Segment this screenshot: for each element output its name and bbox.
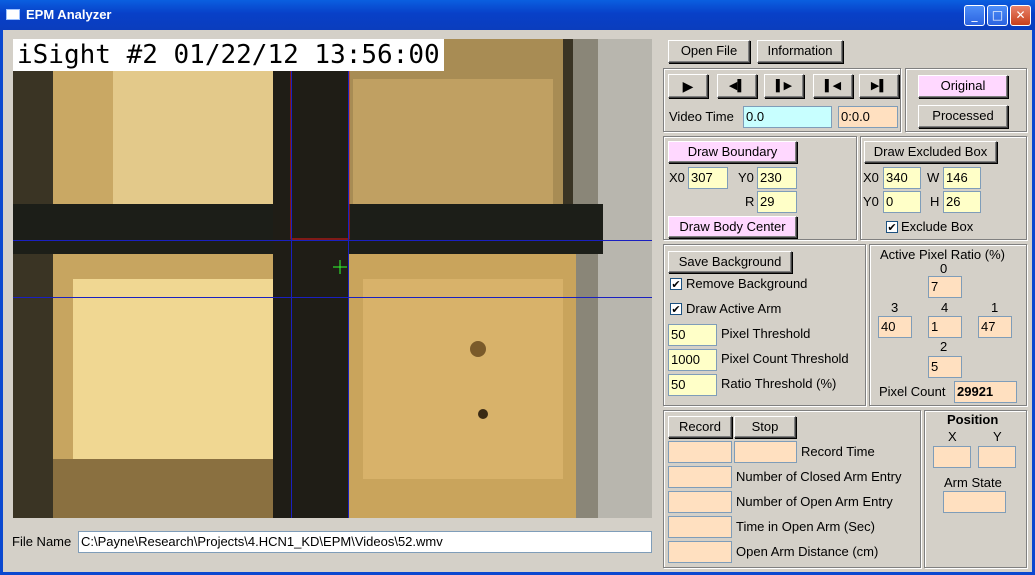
record-time-field-1 [668,441,732,463]
position-x-field [933,446,971,468]
arm-0-field: 7 [928,276,962,298]
video-display[interactable]: iSight #2 01/22/12 13:56:00 [13,39,652,518]
processed-button[interactable]: Processed [918,105,1008,128]
remove-background-label: Remove Background [686,276,808,291]
record-time-label: Record Time [801,444,875,459]
boundary-x0-label: X0 [669,170,685,185]
boundary-line-lower [13,297,652,298]
record-time-field-2 [734,441,797,463]
excluded-h-label: H [930,194,940,209]
maximize-icon[interactable]: □ [987,5,1008,26]
ratio-threshold-field[interactable]: 50 [668,374,717,396]
remove-background-checkbox[interactable]: ✔ [670,278,682,290]
arm-1-field: 47 [978,316,1012,338]
original-button[interactable]: Original [918,75,1008,98]
minimize-icon[interactable]: _ [964,5,985,26]
draw-boundary-button[interactable]: Draw Boundary [668,141,797,163]
pixel-threshold-label: Pixel Threshold [721,326,811,341]
arm-2-label: 2 [940,339,948,354]
boundary-line-upper [13,240,652,241]
information-button[interactable]: Information [757,40,843,63]
position-y-label: Y [993,429,1002,444]
video-time-field[interactable]: 0.0 [743,106,832,128]
excluded-w-label: W [927,170,940,185]
open-file-button[interactable]: Open File [668,40,750,63]
close-icon[interactable]: ✕ [1010,5,1031,26]
file-name-field[interactable]: C:\Payne\Research\Projects\4.HCN1_KD\EPM… [78,531,652,553]
boundary-r-field[interactable]: 29 [757,191,797,213]
boundary-x0-field[interactable]: 307 [688,167,728,189]
pixel-count-threshold-label: Pixel Count Threshold [721,351,849,366]
draw-active-arm-label: Draw Active Arm [686,301,782,316]
skip-start-icon[interactable]: ▌◀ [813,74,853,98]
open-arm-distance-label: Open Arm Distance (cm) [736,544,879,559]
app-window-icon [6,9,20,20]
exclude-box-checkbox[interactable]: ✔ [886,221,898,233]
video-time-label: Video Time [669,109,734,124]
pixel-count-threshold-field[interactable]: 1000 [668,349,717,371]
step-forward-icon[interactable]: ▌▶ [764,74,804,98]
pixel-count-field: 29921 [954,381,1017,403]
position-x-label: X [948,429,957,444]
skip-end-icon[interactable]: ▶▌ [859,74,899,98]
position-y-field [978,446,1016,468]
title-bar[interactable] [0,0,1035,30]
position-title: Position [947,412,999,427]
excluded-y0-label: Y0 [863,194,879,209]
video-timestamp-overlay: iSight #2 01/22/12 13:56:00 [13,39,444,71]
boundary-y0-field[interactable]: 230 [757,167,797,189]
boundary-line-right [348,39,349,518]
window-title: EPM Analyzer [26,7,112,22]
open-arm-entry-label: Number of Open Arm Entry [736,494,893,509]
excluded-x0-label: X0 [863,170,879,185]
pixel-threshold-field[interactable]: 50 [668,324,717,346]
arm-4-field: 1 [928,316,962,338]
arm-1-label: 1 [991,300,999,315]
pixel-count-label: Pixel Count [879,384,946,399]
time-open-arm-field [668,516,732,538]
record-button[interactable]: Record [668,416,732,438]
arm-4-label: 4 [941,300,949,315]
closed-arm-entry-field [668,466,732,488]
exclude-box-label: Exclude Box [901,219,974,234]
arm-2-field: 5 [928,356,962,378]
boundary-r-label: R [745,194,755,209]
excluded-x0-field[interactable]: 340 [883,167,921,189]
draw-active-arm-checkbox[interactable]: ✔ [670,303,682,315]
ratio-threshold-label: Ratio Threshold (%) [721,376,837,391]
arm-state-field [943,491,1006,513]
excluded-w-field[interactable]: 146 [943,167,981,189]
closed-arm-entry-label: Number of Closed Arm Entry [736,469,902,484]
boundary-line-left [291,39,292,518]
time-open-arm-label: Time in Open Arm (Sec) [736,519,875,534]
open-arm-entry-field [668,491,732,513]
excluded-y0-field[interactable]: 0 [883,191,921,213]
excluded-h-field[interactable]: 26 [943,191,981,213]
video-time-hms-field: 0:0.0 [838,106,898,128]
file-name-label: File Name [12,534,72,549]
stop-button[interactable]: Stop [734,416,796,438]
arm-3-field: 40 [878,316,912,338]
play-icon[interactable]: ▶ [668,74,708,98]
boundary-y0-label: Y0 [738,170,754,185]
open-arm-distance-field [668,541,732,563]
arm-state-label: Arm State [944,475,1002,490]
draw-excluded-box-button[interactable]: Draw Excluded Box [864,141,997,163]
arm-3-label: 3 [891,300,899,315]
draw-body-center-button[interactable]: Draw Body Center [668,216,797,238]
step-back-icon[interactable]: ◀▌ [717,74,757,98]
save-background-button[interactable]: Save Background [668,251,792,273]
video-frame-image [13,39,652,518]
